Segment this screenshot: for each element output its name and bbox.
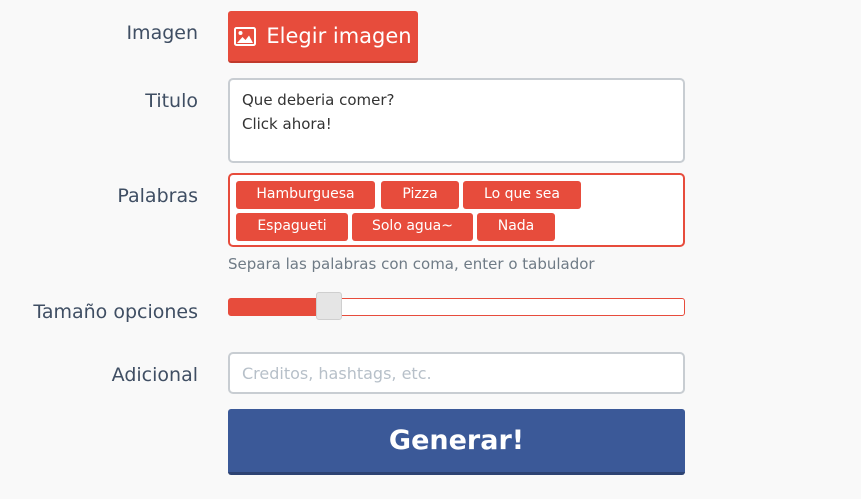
- words-help-text: Separa las palabras con coma, enter o ta…: [228, 255, 595, 273]
- image-label: Imagen: [126, 22, 198, 44]
- slider-fill: [229, 299, 330, 315]
- image-icon: [234, 26, 257, 46]
- words-tags-input[interactable]: Hamburguesa Pizza Lo que sea Espagueti S…: [228, 173, 685, 247]
- meme-form: Imagen Elegir imagen Titulo Que deberia …: [0, 0, 861, 499]
- tag-item[interactable]: Espagueti: [236, 213, 348, 241]
- title-textarea[interactable]: Que deberia comer? Click ahora!: [228, 78, 685, 163]
- additional-label: Adicional: [111, 364, 198, 386]
- tag-item[interactable]: Lo que sea: [463, 181, 581, 209]
- choose-image-label: Elegir imagen: [266, 24, 412, 48]
- option-size-label: Tamaño opciones: [33, 301, 198, 323]
- option-size-slider[interactable]: [228, 292, 685, 320]
- choose-image-button[interactable]: Elegir imagen: [228, 11, 418, 63]
- generate-button[interactable]: Generar!: [228, 409, 685, 475]
- additional-input[interactable]: [228, 352, 685, 394]
- tag-item[interactable]: Pizza: [381, 181, 459, 209]
- tag-item[interactable]: Solo agua~: [352, 213, 473, 241]
- title-label: Titulo: [145, 90, 198, 112]
- tag-item[interactable]: Hamburguesa: [236, 181, 375, 209]
- tag-item[interactable]: Nada: [477, 213, 555, 241]
- slider-handle[interactable]: [316, 292, 343, 320]
- words-label: Palabras: [117, 185, 198, 207]
